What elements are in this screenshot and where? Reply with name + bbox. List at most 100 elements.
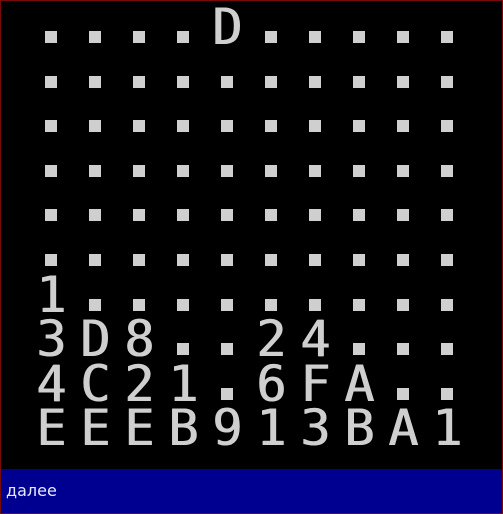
board-cell-empty[interactable]: . — [293, 5, 337, 50]
board-cell-empty[interactable]: . — [293, 228, 337, 273]
board-cell-empty[interactable]: . — [293, 183, 337, 228]
board-cell-empty[interactable]: . — [293, 50, 337, 95]
board-cell-empty[interactable]: . — [249, 50, 293, 95]
board-cell-tile[interactable]: E — [117, 403, 161, 453]
board-cell-empty[interactable]: . — [205, 228, 249, 273]
board-cell-empty[interactable]: . — [381, 94, 425, 139]
board-cell-empty[interactable]: . — [337, 139, 381, 184]
cell-glyph: . — [425, 183, 469, 227]
cell-glyph: . — [249, 50, 293, 94]
board-cell-tile[interactable]: E — [73, 403, 117, 453]
board-cell-tile[interactable]: 1 — [425, 403, 469, 453]
cell-glyph: B — [167, 399, 199, 458]
cell-glyph: . — [205, 139, 249, 183]
board-cell-empty[interactable]: . — [29, 94, 73, 139]
board-cell-empty[interactable]: . — [249, 139, 293, 184]
cell-glyph: . — [425, 317, 469, 361]
board-cell-empty[interactable]: . — [337, 50, 381, 95]
board-cell-empty[interactable]: . — [29, 139, 73, 184]
board-cell-empty[interactable]: . — [381, 317, 425, 362]
cell-glyph: . — [293, 183, 337, 227]
board-cell-empty[interactable]: . — [425, 228, 469, 273]
board-cell-empty[interactable]: . — [73, 94, 117, 139]
board-cell-empty[interactable]: . — [381, 273, 425, 318]
board-cell-empty[interactable]: . — [425, 50, 469, 95]
board-cell-empty[interactable]: . — [381, 228, 425, 273]
board-cell-empty[interactable]: . — [337, 273, 381, 318]
cell-glyph: . — [205, 94, 249, 138]
game-board[interactable]: ....D...................................… — [29, 2, 479, 467]
cell-glyph: . — [73, 94, 117, 138]
board-cell-tile[interactable]: A — [381, 399, 425, 458]
board-cell-empty[interactable]: . — [29, 183, 73, 228]
cell-glyph: . — [337, 228, 381, 272]
board-cell-empty[interactable]: . — [381, 5, 425, 50]
board-cell-empty[interactable]: . — [205, 317, 249, 362]
cell-glyph: . — [425, 5, 469, 49]
board-cell-empty[interactable]: . — [161, 94, 205, 139]
board-cell-empty[interactable]: . — [117, 94, 161, 139]
board-cell-empty[interactable]: . — [249, 94, 293, 139]
board-cell-empty[interactable]: . — [29, 50, 73, 95]
cell-glyph: 1 — [255, 399, 287, 458]
board-cell-empty[interactable]: . — [205, 273, 249, 318]
board-cell-empty[interactable]: . — [337, 183, 381, 228]
cell-glyph: A — [387, 399, 419, 458]
board-cell-empty[interactable]: . — [205, 50, 249, 95]
board-cell-empty[interactable]: . — [381, 183, 425, 228]
board-cell-empty[interactable]: . — [293, 139, 337, 184]
cell-glyph: . — [73, 228, 117, 272]
cell-glyph: . — [73, 183, 117, 227]
board-cell-empty[interactable]: . — [425, 94, 469, 139]
board-cell-empty[interactable]: . — [205, 183, 249, 228]
cell-glyph: . — [249, 5, 293, 49]
board-cell-empty[interactable]: . — [293, 94, 337, 139]
board-cell-empty[interactable]: . — [249, 228, 293, 273]
board-cell-empty[interactable]: . — [117, 5, 161, 50]
board-cell-empty[interactable]: . — [381, 50, 425, 95]
board-cell-empty[interactable]: . — [161, 139, 205, 184]
board-cell-tile[interactable]: B — [337, 403, 381, 453]
board-cell-empty[interactable]: . — [249, 183, 293, 228]
board-cell-empty[interactable]: . — [161, 183, 205, 228]
board-cell-tile[interactable]: E — [29, 403, 73, 453]
board-cell-empty[interactable]: . — [73, 139, 117, 184]
board-cell-empty[interactable]: . — [205, 94, 249, 139]
board-cell-empty[interactable]: . — [161, 228, 205, 273]
board-cell-empty[interactable]: . — [161, 5, 205, 50]
cell-glyph: . — [161, 50, 205, 94]
board-cell-empty[interactable]: . — [117, 228, 161, 273]
board-cell-empty[interactable]: . — [29, 5, 73, 50]
board-cell-empty[interactable]: . — [425, 183, 469, 228]
cell-glyph: . — [381, 5, 425, 49]
board-cell-empty[interactable]: . — [73, 183, 117, 228]
board-cell-empty[interactable]: . — [381, 139, 425, 184]
cell-glyph: . — [205, 50, 249, 94]
board-cell-empty[interactable]: . — [73, 50, 117, 95]
board-cell-empty[interactable]: . — [205, 139, 249, 184]
board-cell-empty[interactable]: . — [337, 94, 381, 139]
board-cell-empty[interactable]: . — [425, 139, 469, 184]
board-cell-empty[interactable]: . — [161, 273, 205, 318]
cell-glyph: . — [117, 183, 161, 227]
board-cell-tile[interactable]: 3 — [293, 403, 337, 453]
board-cell-empty[interactable]: . — [73, 228, 117, 273]
board-cell-tile[interactable]: 9 — [205, 403, 249, 453]
board-cell-empty[interactable]: . — [117, 139, 161, 184]
board-cell-empty[interactable]: . — [425, 273, 469, 318]
cell-glyph: . — [117, 94, 161, 138]
board-cell-empty[interactable]: . — [249, 5, 293, 50]
board-cell-empty[interactable]: . — [425, 5, 469, 50]
board-cell-empty[interactable]: . — [337, 228, 381, 273]
cell-glyph: . — [381, 317, 425, 361]
cell-glyph: . — [29, 94, 73, 138]
board-cell-empty[interactable]: . — [117, 183, 161, 228]
board-cell-empty[interactable]: . — [337, 5, 381, 50]
board-cell-empty[interactable]: . — [161, 50, 205, 95]
board-cell-tile[interactable]: B — [161, 399, 205, 458]
board-cell-empty[interactable]: . — [425, 317, 469, 362]
board-cell-empty[interactable]: . — [117, 50, 161, 95]
board-cell-empty[interactable]: . — [73, 5, 117, 50]
board-cell-tile[interactable]: D — [205, 2, 249, 52]
board-cell-tile[interactable]: 1 — [249, 399, 293, 458]
